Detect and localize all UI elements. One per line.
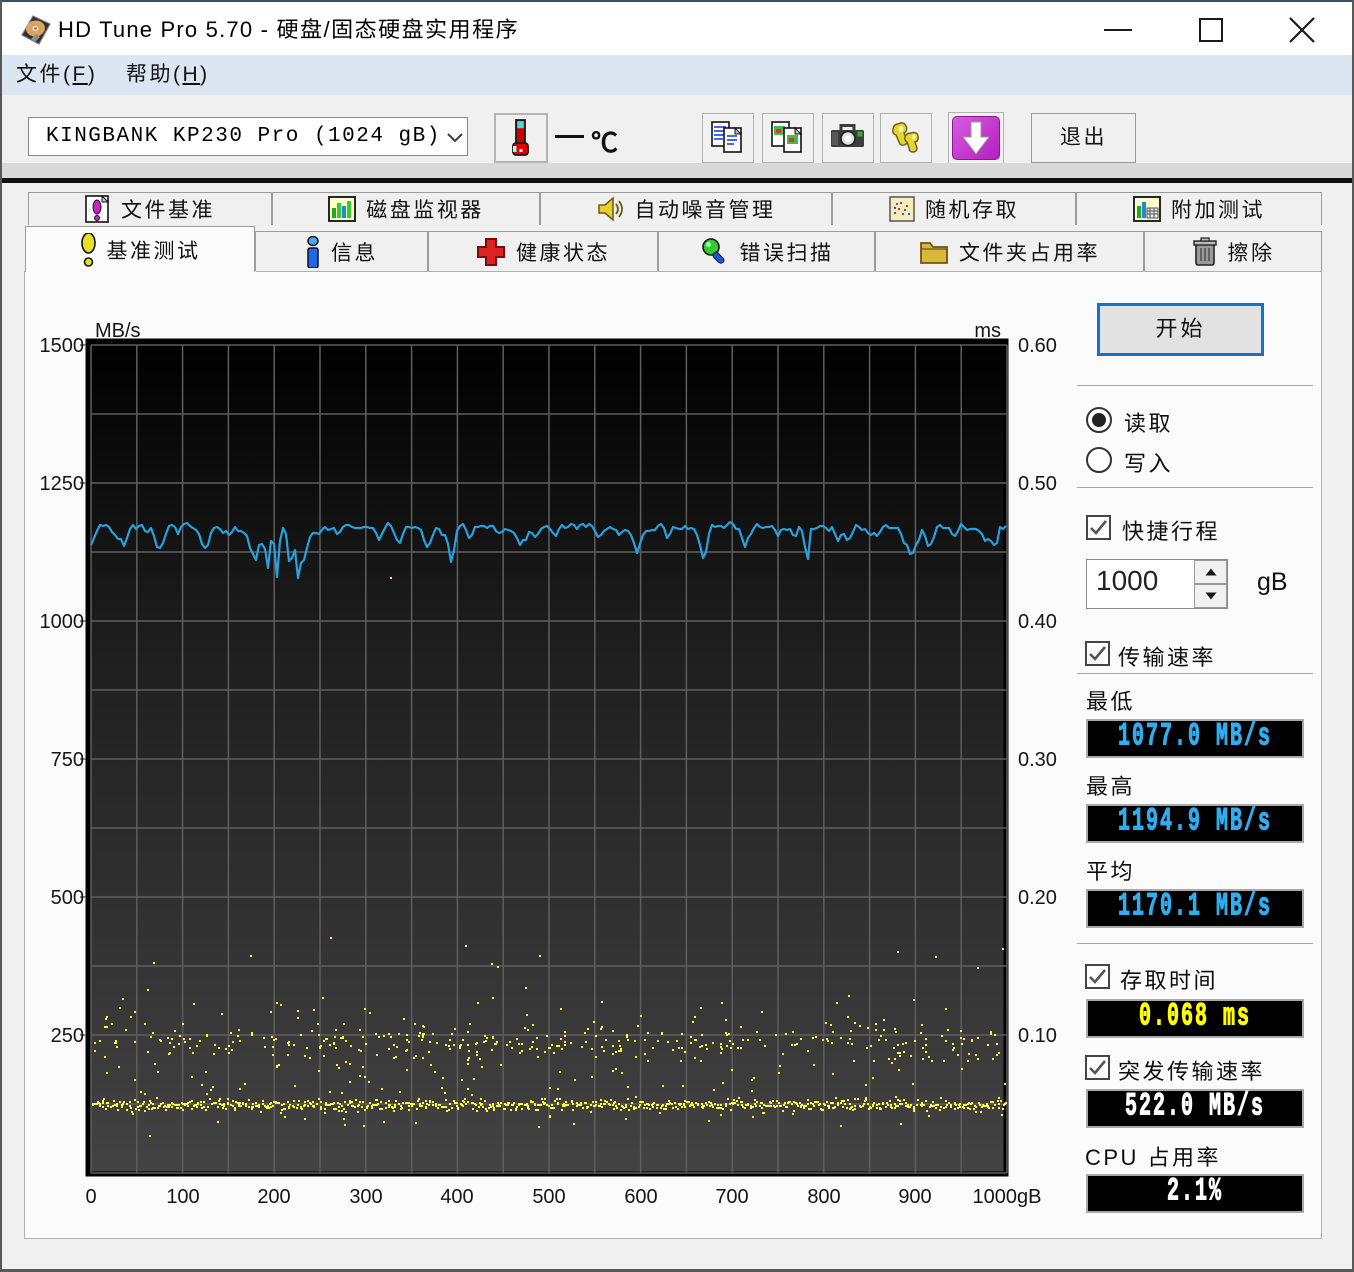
svg-text:ms: ms: [974, 320, 1001, 342]
svg-text:500: 500: [51, 887, 84, 909]
svg-text:250: 250: [51, 1025, 84, 1047]
svg-text:750: 750: [51, 749, 84, 771]
svg-text:200: 200: [257, 1186, 290, 1208]
svg-text:1250: 1250: [40, 473, 85, 495]
svg-text:0.40: 0.40: [1018, 611, 1057, 633]
svg-text:400: 400: [440, 1186, 473, 1208]
svg-text:0.60: 0.60: [1018, 335, 1057, 357]
svg-text:1000gB: 1000gB: [973, 1186, 1042, 1208]
svg-text:700: 700: [715, 1186, 748, 1208]
svg-text:MB/s: MB/s: [95, 320, 141, 342]
svg-text:800: 800: [807, 1186, 840, 1208]
svg-text:900: 900: [898, 1186, 931, 1208]
svg-text:0.10: 0.10: [1018, 1025, 1057, 1047]
svg-text:0.20: 0.20: [1018, 887, 1057, 909]
svg-text:0.50: 0.50: [1018, 473, 1057, 495]
svg-text:300: 300: [349, 1186, 382, 1208]
svg-text:1000: 1000: [40, 611, 85, 633]
svg-text:500: 500: [532, 1186, 565, 1208]
svg-text:0.30: 0.30: [1018, 749, 1057, 771]
svg-text:600: 600: [624, 1186, 657, 1208]
svg-text:0: 0: [85, 1186, 96, 1208]
svg-text:100: 100: [166, 1186, 199, 1208]
svg-text:1500: 1500: [40, 335, 85, 357]
